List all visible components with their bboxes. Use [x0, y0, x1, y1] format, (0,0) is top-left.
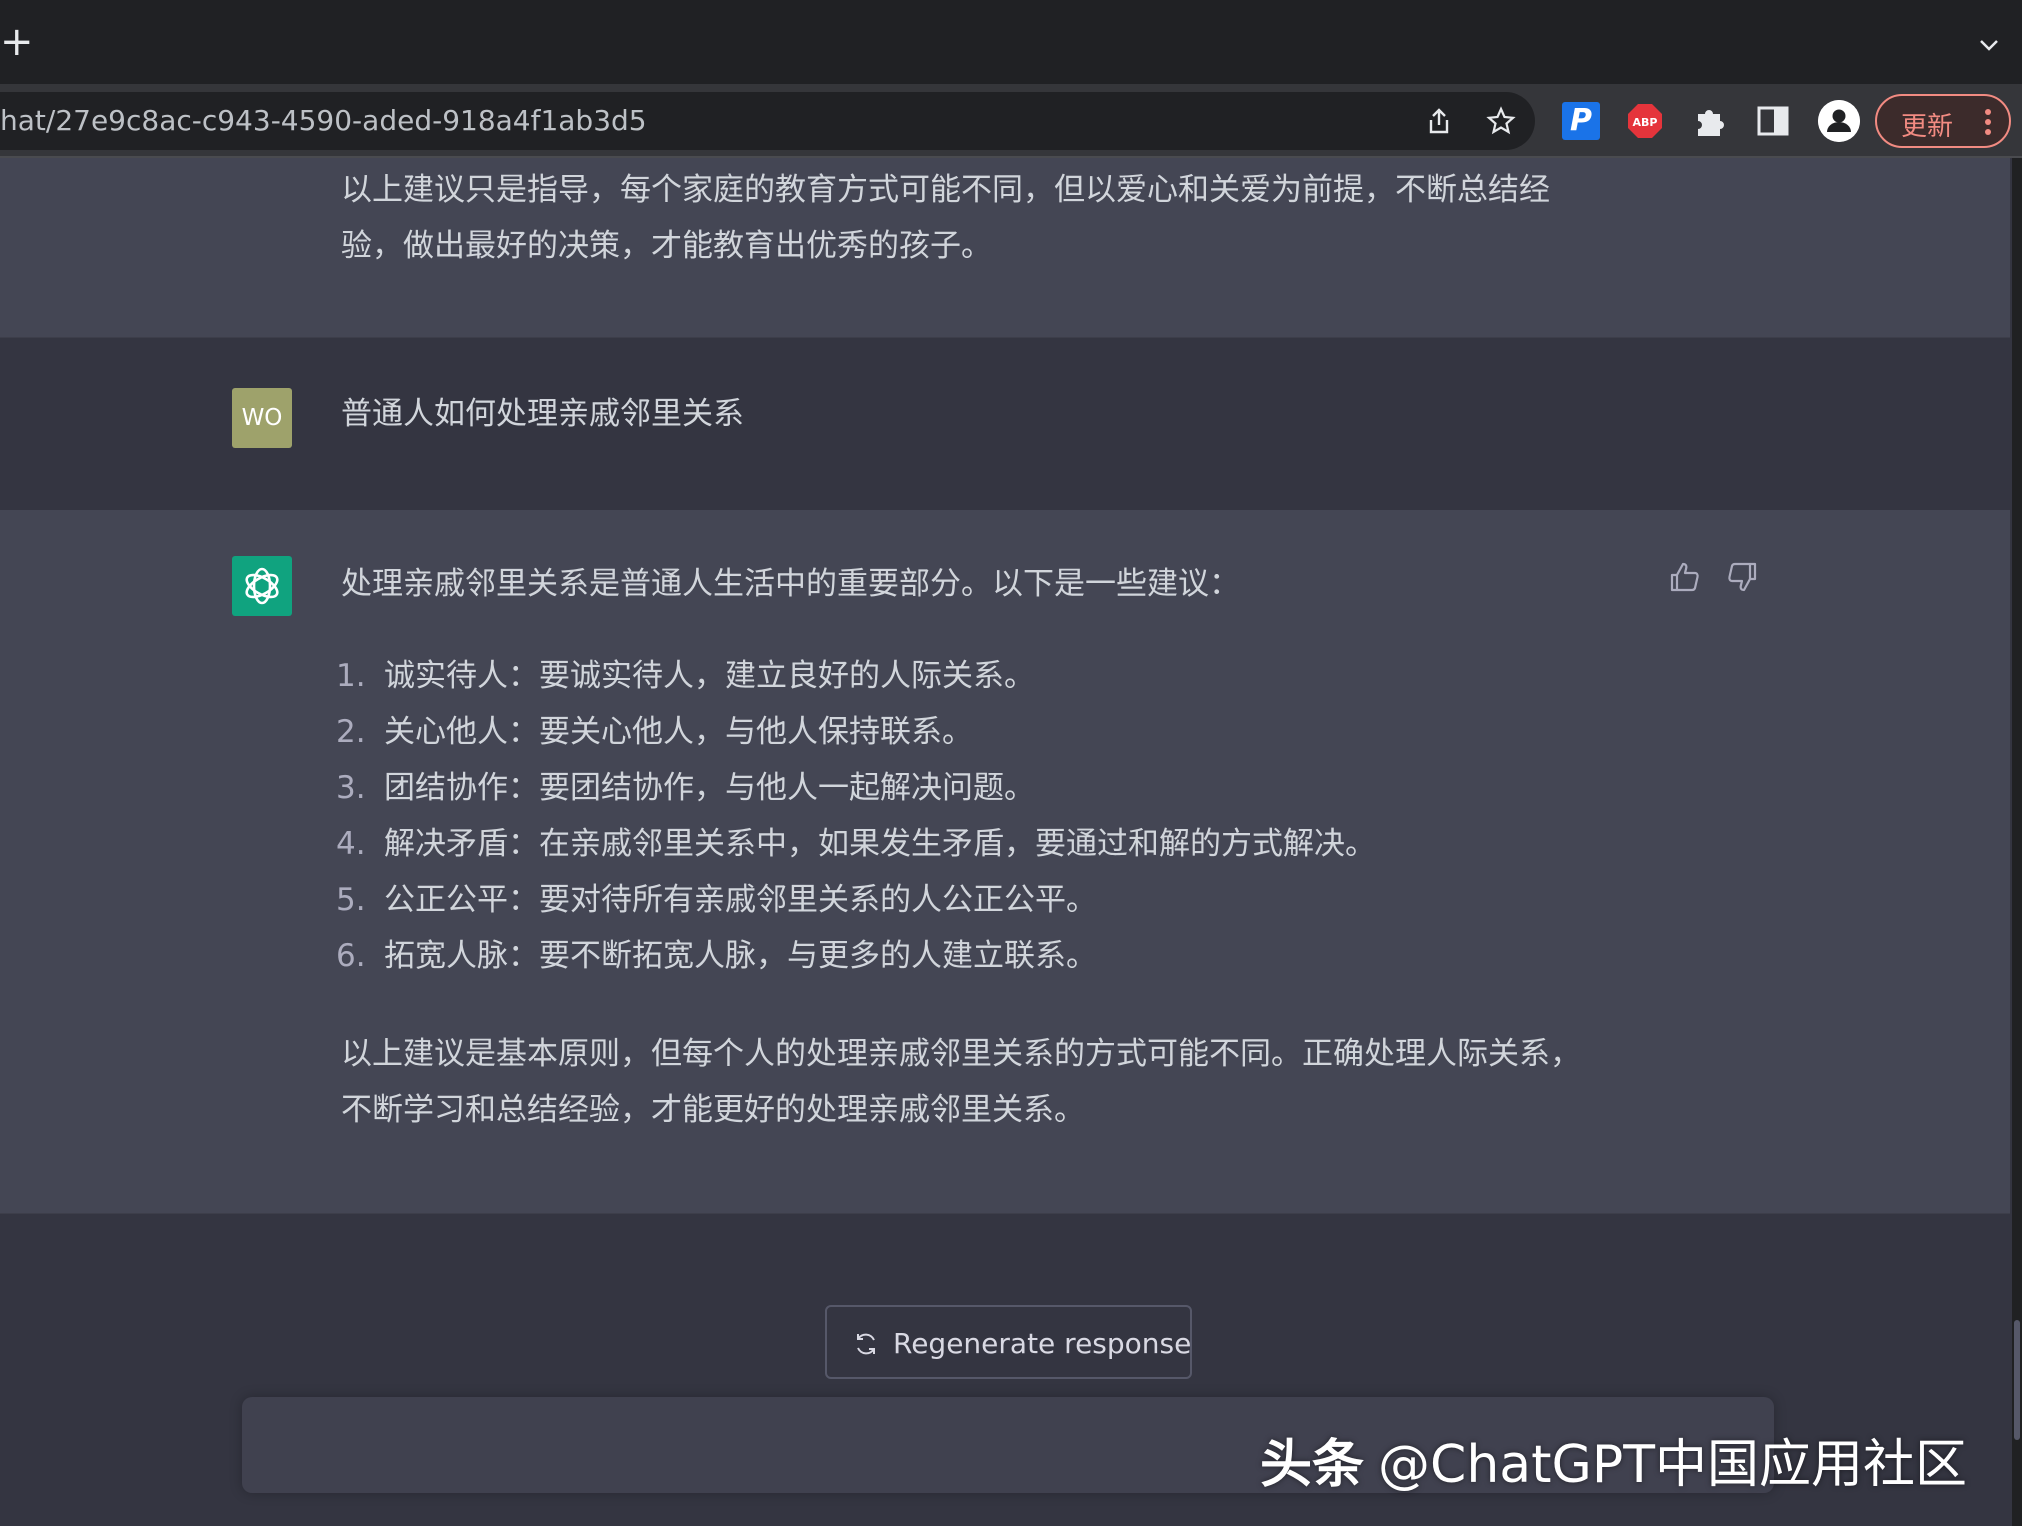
user-avatar: WO	[232, 388, 292, 448]
list-text: 公正公平：要对待所有亲戚邻里关系的人公正公平。	[384, 882, 1097, 918]
regenerate-response-button[interactable]: Regenerate response	[825, 1305, 1192, 1379]
extension-p-icon[interactable]: P	[1562, 102, 1600, 140]
message-text: 以上建议只是指导，每个家庭的教育方式可能不同，但以爱心和关爱为前提，不断总结经 …	[341, 162, 1611, 274]
list-item: 6. 拓宽人脉：要不断拓宽人脉，与更多的人建立联系。	[336, 928, 1376, 984]
scrollbar-thumb[interactable]	[2014, 1320, 2020, 1440]
list-text: 诚实待人：要诚实待人，建立良好的人际关系。	[384, 658, 1035, 694]
adblock-plus-label: ABP	[1633, 116, 1658, 129]
adblock-plus-icon[interactable]: ABP	[1626, 102, 1664, 140]
list-number: 1.	[336, 658, 366, 694]
tab-strip: +	[0, 0, 2022, 84]
watermark: 头条 @ChatGPT中国应用社区	[1260, 1422, 1967, 1497]
list-item: 4. 解决矛盾：在亲戚邻里关系中，如果发生矛盾，要通过和解的方式解决。	[336, 816, 1376, 872]
list-number: 5.	[336, 882, 366, 918]
suggestion-list: 1. 诚实待人：要诚实待人，建立良好的人际关系。 2. 关心他人：要关心他人，与他人…	[336, 648, 1376, 984]
watermark-handle: @ChatGPT中国应用社区	[1378, 1435, 1967, 1495]
watermark-brand: 头条	[1260, 1435, 1365, 1495]
list-number: 6.	[336, 938, 366, 974]
update-label: 更新	[1901, 112, 1954, 142]
refresh-icon	[857, 1333, 875, 1355]
browser-toolbar: hat/27e9c8ac-c943-4590-aded-918a4f1ab3d5…	[0, 84, 2022, 158]
list-item: 5. 公正公平：要对待所有亲戚邻里关系的人公正公平。	[336, 872, 1376, 928]
list-number: 2.	[336, 714, 366, 750]
user-message-text: 普通人如何处理亲戚邻里关系	[341, 396, 744, 432]
thumbs-down-icon[interactable]	[1725, 560, 1759, 594]
list-text: 解决矛盾：在亲戚邻里关系中，如果发生矛盾，要通过和解的方式解决。	[384, 826, 1376, 862]
thumbs-up-icon[interactable]	[1668, 560, 1702, 594]
list-item: 3. 团结协作：要团结协作，与他人一起解决问题。	[336, 760, 1376, 816]
chatgpt-avatar	[232, 556, 292, 616]
message-line: 验，做出最好的决策，才能教育出优秀的孩子。	[341, 228, 992, 264]
message-line: 以上建议是基本原则，但每个人的处理亲戚邻里关系的方式可能不同。正确处理人际关系，	[341, 1036, 1581, 1072]
more-vert-icon	[1985, 109, 1991, 135]
browser-update-button[interactable]: 更新	[1875, 94, 2011, 148]
assistant-message: 处理亲戚邻里关系是普通人生活中的重要部分。以下是一些建议： 1. 诚实待人：要诚实…	[0, 510, 2010, 1214]
list-text: 拓宽人脉：要不断拓宽人脉，与更多的人建立联系。	[384, 938, 1097, 974]
list-text: 关心他人：要关心他人，与他人保持联系。	[384, 714, 973, 750]
side-panel-icon[interactable]	[1754, 102, 1792, 140]
share-icon[interactable]	[1424, 106, 1454, 136]
assistant-intro: 处理亲戚邻里关系是普通人生活中的重要部分。以下是一些建议：	[341, 566, 1240, 602]
bookmark-star-icon[interactable]	[1486, 106, 1516, 136]
regenerate-label: Regenerate response	[893, 1327, 1192, 1360]
message-line: 以上建议只是指导，每个家庭的教育方式可能不同，但以爱心和关爱为前提，不断总结经	[341, 172, 1550, 208]
list-text: 团结协作：要团结协作，与他人一起解决问题。	[384, 770, 1035, 806]
chevron-down-icon[interactable]	[1978, 34, 2000, 56]
message-line: 不断学习和总结经验，才能更好的处理亲戚邻里关系。	[341, 1092, 1085, 1128]
user-message: WO 普通人如何处理亲戚邻里关系	[0, 338, 2010, 510]
new-tab-button[interactable]: +	[0, 22, 34, 62]
openai-logo-icon	[245, 567, 279, 605]
profile-avatar-icon[interactable]	[1818, 100, 1860, 142]
assistant-message-previous: 以上建议只是指导，每个家庭的教育方式可能不同，但以爱心和关爱为前提，不断总结经 …	[0, 158, 2010, 338]
address-bar[interactable]: hat/27e9c8ac-c943-4590-aded-918a4f1ab3d5	[0, 92, 1535, 150]
url-text[interactable]: hat/27e9c8ac-c943-4590-aded-918a4f1ab3d5	[0, 104, 647, 137]
list-item: 2. 关心他人：要关心他人，与他人保持联系。	[336, 704, 1376, 760]
list-number: 4.	[336, 826, 366, 862]
assistant-outro: 以上建议是基本原则，但每个人的处理亲戚邻里关系的方式可能不同。正确处理人际关系，…	[341, 1026, 1641, 1138]
extensions-puzzle-icon[interactable]	[1690, 102, 1728, 140]
list-item: 1. 诚实待人：要诚实待人，建立良好的人际关系。	[336, 648, 1376, 704]
list-number: 3.	[336, 770, 366, 806]
